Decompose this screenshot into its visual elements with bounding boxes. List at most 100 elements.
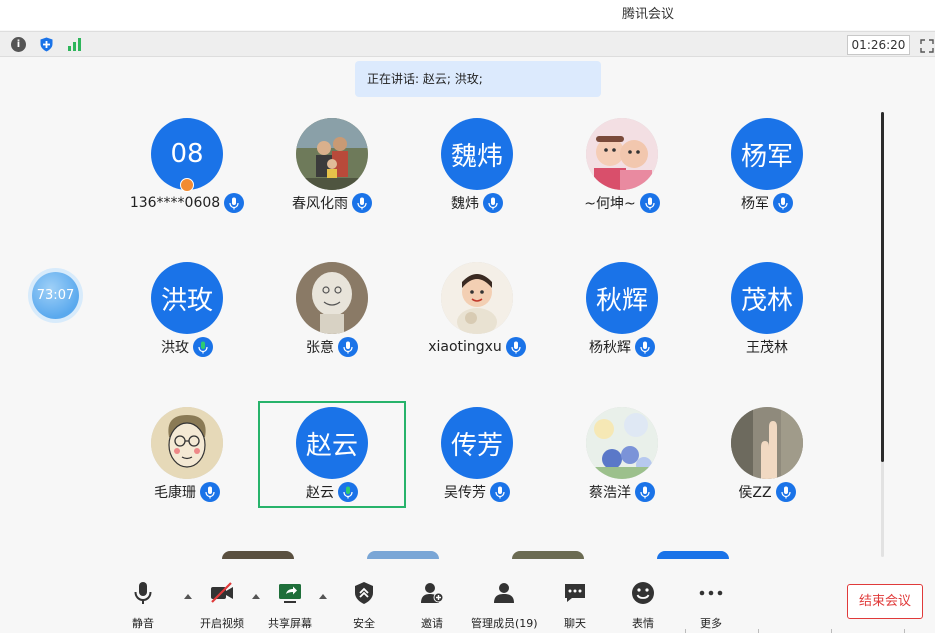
participant-tile[interactable]: 蔡浩洋: [549, 407, 695, 515]
mute-label: 静音: [132, 617, 154, 630]
shield-icon[interactable]: [39, 37, 54, 52]
participant-tile[interactable]: 传芳 吴传芳: [404, 407, 550, 515]
participant-tile[interactable]: 洪玫 洪玫: [114, 262, 260, 370]
participant-name: xiaotingxu: [428, 339, 502, 355]
participant-avatar[interactable]: 魏炜: [441, 118, 513, 190]
participant-tile[interactable]: ~何坤~: [549, 118, 695, 226]
share-label: 共享屏幕: [268, 617, 312, 630]
speaking-banner: 正在讲话: 赵云; 洪玫;: [355, 61, 601, 97]
participant-name-row: 杨秋辉: [549, 337, 695, 357]
participant-name: 侯ZZ: [738, 485, 772, 501]
window-title: 腾讯会议: [622, 7, 675, 22]
fullscreen-icon[interactable]: [920, 38, 934, 53]
mic-icon: [338, 337, 358, 357]
mic-icon: [490, 482, 510, 502]
mic-icon: [224, 193, 245, 213]
participant-avatar[interactable]: [296, 262, 368, 334]
participant-avatar[interactable]: [296, 118, 368, 190]
invite-button[interactable]: 邀请: [419, 569, 445, 630]
participant-avatar[interactable]: 杨军: [731, 118, 803, 190]
participant-avatar[interactable]: [731, 407, 803, 479]
participant-tile[interactable]: 秋辉 杨秋辉: [549, 262, 695, 370]
participant-avatar[interactable]: [586, 118, 658, 190]
chat-icon: [565, 584, 585, 602]
participant-avatar[interactable]: 传芳: [441, 407, 513, 479]
mic-icon: [639, 193, 660, 213]
reaction-button[interactable]: 表情: [630, 569, 656, 630]
security-label: 安全: [353, 617, 375, 630]
participant-tile[interactable]: 茂林 王茂林: [694, 262, 840, 370]
participant-name: 魏炜: [451, 196, 479, 212]
video-options-caret[interactable]: [252, 594, 260, 599]
participant-avatar[interactable]: 秋辉: [586, 262, 658, 334]
flowers-icon: [586, 407, 658, 479]
audio-options-caret[interactable]: [184, 594, 192, 599]
participant-name: 蔡浩洋: [589, 485, 631, 501]
participant-tile[interactable]: 张意: [259, 262, 405, 370]
more-label: 更多: [700, 617, 722, 630]
mic-icon: [775, 482, 796, 502]
end-meeting-button[interactable]: 结束会议: [847, 584, 923, 619]
divider: [758, 629, 759, 633]
participant-avatar[interactable]: [441, 262, 513, 334]
info-icon[interactable]: i: [11, 37, 26, 52]
participant-name-row: 张意: [259, 337, 405, 357]
participant-name-row: 吴传芳: [404, 482, 550, 502]
scrollbar[interactable]: [881, 112, 884, 557]
participant-name: 杨秋辉: [589, 340, 631, 356]
invite-user-icon: [421, 583, 444, 603]
manage-members-button[interactable]: 管理成员(19): [471, 569, 538, 630]
participant-tile[interactable]: 春风化雨: [259, 118, 405, 226]
participant-name: 王茂林: [746, 340, 788, 356]
participant-name: 杨军: [741, 196, 769, 212]
more-dots-icon: [699, 590, 723, 596]
participant-avatar-partial: [512, 551, 584, 559]
mic-icon: [352, 193, 372, 213]
paper-figure-icon: [296, 262, 368, 334]
participant-name: 吴传芳: [444, 485, 486, 501]
participant-name: 春风化雨: [292, 196, 348, 212]
participant-name-row: 洪玫: [114, 337, 260, 357]
chat-button[interactable]: 聊天: [562, 569, 588, 630]
participant-name-row: 毛康珊: [114, 482, 260, 502]
share-options-caret[interactable]: [319, 594, 327, 599]
participant-tile[interactable]: xiaotingxu: [404, 262, 550, 370]
participant-tile[interactable]: 魏炜 魏炜: [404, 118, 550, 226]
participant-tile[interactable]: 侯ZZ: [694, 407, 840, 515]
meeting-timer: 01:26:20: [847, 35, 910, 55]
participant-name: ~何坤~: [584, 196, 636, 212]
share-screen-icon: [279, 584, 301, 603]
participant-name-row: xiaotingxu: [404, 337, 550, 357]
participant-name: 毛康珊: [154, 485, 196, 501]
scrollbar-thumb[interactable]: [881, 112, 884, 462]
participant-tile[interactable]: 杨军 杨军: [694, 118, 840, 226]
bottom-toolbar: 静音 开启视频 共享屏幕 安全 邀请 管理成员(19) 聊天 表情 更多 结束会…: [0, 561, 935, 633]
participant-name-row: 杨军: [694, 193, 840, 213]
members-icon: [494, 583, 514, 603]
participant-avatar[interactable]: [586, 407, 658, 479]
participant-tile[interactable]: 08 136****0608: [114, 118, 260, 226]
divider: [831, 629, 832, 633]
participant-name: 张意: [306, 340, 334, 356]
participant-avatar-partial: [367, 551, 439, 559]
participant-name-row: 136****0608: [114, 193, 260, 213]
participant-avatar[interactable]: 洪玫: [151, 262, 223, 334]
signal-icon[interactable]: [67, 37, 82, 52]
participant-avatar[interactable]: [151, 407, 223, 479]
floating-timer-bubble[interactable]: 73:07: [32, 272, 79, 319]
mic-active-icon: [193, 337, 213, 357]
participant-avatar[interactable]: 茂林: [731, 262, 803, 334]
chat-label: 聊天: [564, 617, 586, 630]
mute-button[interactable]: 静音: [130, 569, 156, 630]
members-label: 管理成员(19): [471, 617, 538, 630]
mic-icon: [483, 193, 503, 213]
start-video-button[interactable]: 开启视频: [200, 569, 244, 630]
participant-tile[interactable]: 毛康珊: [114, 407, 260, 515]
security-button[interactable]: 安全: [351, 569, 377, 630]
info-bar: i 01:26:20: [0, 31, 935, 57]
share-screen-button[interactable]: 共享屏幕: [268, 569, 312, 630]
emoji-icon: [632, 582, 654, 604]
more-button[interactable]: 更多: [698, 569, 724, 630]
participant-avatar-partial: [222, 551, 294, 559]
video-label: 开启视频: [200, 617, 244, 630]
